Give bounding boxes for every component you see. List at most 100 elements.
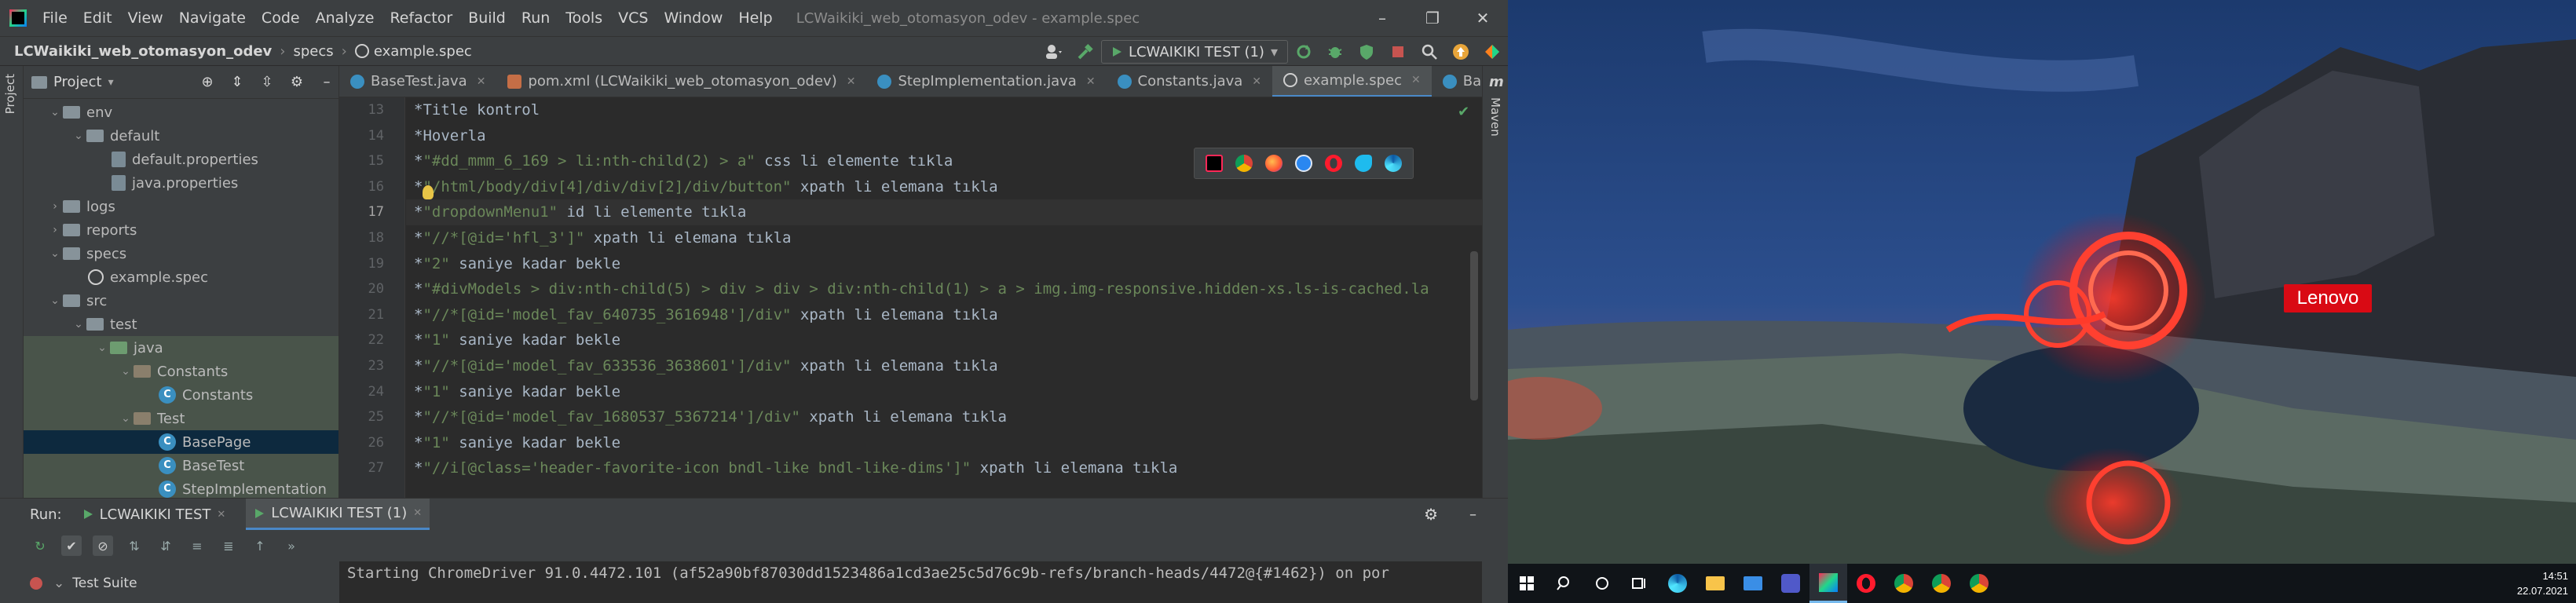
project-tool-button[interactable]: Project: [3, 74, 17, 114]
close-button[interactable]: ✕: [1458, 0, 1508, 36]
gear-icon[interactable]: ⚙: [1424, 505, 1438, 524]
code-line[interactable]: *"1" saniye kadar bekle: [406, 430, 1482, 456]
update-arrow-icon[interactable]: [1445, 43, 1476, 60]
user-icon[interactable]: [1038, 44, 1070, 60]
tab-constants[interactable]: Constants.java ✕: [1107, 66, 1272, 97]
sort-duration-icon[interactable]: ⇵: [156, 535, 176, 556]
tree-item-default[interactable]: ⌄ default: [24, 124, 338, 148]
code-line[interactable]: *"1" saniye kadar bekle: [406, 379, 1482, 405]
breadcrumb-file[interactable]: example.spec: [374, 43, 472, 60]
maximize-button[interactable]: ❐: [1407, 0, 1458, 36]
menu-code[interactable]: Code: [254, 9, 308, 27]
close-tab-icon[interactable]: ✕: [477, 75, 486, 88]
menu-navigate[interactable]: Navigate: [171, 9, 254, 27]
jetbrains-logo-icon[interactable]: [1476, 43, 1508, 60]
chevron-down-icon[interactable]: ⌄: [53, 576, 64, 591]
edge-icon[interactable]: [1659, 564, 1696, 603]
close-tab-icon[interactable]: ✕: [1411, 74, 1421, 86]
minimize-button[interactable]: –: [1357, 0, 1407, 36]
breadcrumb-project[interactable]: LCWaikiki_web_otomasyon_odev: [14, 43, 272, 60]
intellij-idea-icon[interactable]: [1809, 564, 1847, 603]
rerun-icon[interactable]: ↻: [30, 535, 50, 556]
console-output[interactable]: Starting ChromeDriver 91.0.4472.101 (af5…: [339, 561, 1482, 603]
chrome-icon[interactable]: [1960, 564, 1998, 603]
menu-vcs[interactable]: VCS: [610, 9, 656, 27]
no-problems-check-icon[interactable]: ✔: [1458, 104, 1469, 120]
collapse-all-icon[interactable]: ⇳: [255, 74, 279, 90]
search-icon[interactable]: [1414, 43, 1445, 60]
code-line[interactable]: *"#divModels > div:nth-child(5) > div > …: [406, 276, 1482, 302]
tab-pom[interactable]: pom.xml (LCWaikiki_web_otomasyon_odev) ✕: [496, 66, 866, 97]
editor-scrollbar[interactable]: [1470, 251, 1478, 400]
menu-file[interactable]: File: [35, 9, 75, 27]
gear-icon[interactable]: ⚙: [285, 74, 309, 90]
menu-run[interactable]: Run: [514, 9, 558, 27]
hide-panel-icon[interactable]: –: [315, 74, 338, 90]
menu-build[interactable]: Build: [460, 9, 514, 27]
code-line[interactable]: *"1" saniye kadar bekle: [406, 327, 1482, 353]
expand-all-icon[interactable]: ≡: [187, 535, 207, 556]
code-line-current[interactable]: *"dropdownMenu1" id li elemente tıkla: [406, 199, 1482, 225]
safari-icon[interactable]: [1295, 155, 1312, 172]
breadcrumb-specs[interactable]: specs: [293, 43, 333, 60]
internet-explorer-icon[interactable]: [1355, 155, 1372, 172]
build-hammer-icon[interactable]: [1070, 43, 1101, 60]
chevron-down-icon[interactable]: ▾: [108, 76, 114, 89]
opera-icon[interactable]: [1325, 155, 1342, 172]
menu-tools[interactable]: Tools: [558, 9, 610, 27]
tree-item-example-spec[interactable]: example.spec: [24, 265, 338, 289]
rerun-icon[interactable]: [1288, 43, 1319, 60]
test-suite-row[interactable]: ⌄ Test Suite: [30, 563, 336, 603]
menu-edit[interactable]: Edit: [75, 9, 120, 27]
sort-icon[interactable]: ⇅: [124, 535, 145, 556]
code-line[interactable]: *"//*[@id='hfl_3']" xpath li elemana tık…: [406, 225, 1482, 251]
chevron-down-icon[interactable]: ⌄: [71, 318, 86, 331]
chevron-down-icon[interactable]: ⌄: [118, 365, 134, 378]
menu-view[interactable]: View: [120, 9, 171, 27]
maven-m-icon[interactable]: m: [1489, 74, 1504, 90]
menu-analyze[interactable]: Analyze: [308, 9, 382, 27]
tree-item-basetest[interactable]: C BaseTest: [24, 454, 338, 477]
chevron-down-icon[interactable]: ⌄: [71, 130, 86, 142]
system-clock[interactable]: 14:51 22.07.2021: [2517, 568, 2568, 598]
chevron-down-icon[interactable]: ⌄: [118, 412, 134, 425]
task-view-icon[interactable]: [1621, 564, 1659, 603]
tree-item-logs[interactable]: › logs: [24, 195, 338, 218]
show-ignored-icon[interactable]: ⊘: [93, 535, 113, 556]
stop-icon[interactable]: [1382, 44, 1414, 60]
tree-item-test[interactable]: ⌄ test: [24, 312, 338, 336]
intellij-browser-icon[interactable]: [1206, 155, 1223, 172]
locate-target-icon[interactable]: ⊕: [196, 74, 219, 90]
chevron-down-icon[interactable]: ⌄: [47, 247, 63, 260]
previous-failed-icon[interactable]: ↑: [250, 535, 270, 556]
tree-item-basepage[interactable]: C BasePage: [24, 430, 338, 454]
menu-help[interactable]: Help: [730, 9, 780, 27]
code-line[interactable]: *"//*[@id='model_fav_640735_3616948']/di…: [406, 302, 1482, 328]
close-tab-icon[interactable]: ✕: [1086, 75, 1096, 88]
tree-item-stepimplementation[interactable]: C StepImplementation: [24, 477, 338, 498]
chrome-icon[interactable]: [1885, 564, 1923, 603]
tab-basetest[interactable]: BaseTest.java ✕: [339, 66, 496, 97]
lightbulb-icon[interactable]: [423, 185, 434, 199]
tree-item-specs[interactable]: ⌄ specs: [24, 242, 338, 265]
tree-item-default-properties[interactable]: default.properties: [24, 148, 338, 171]
close-tab-icon[interactable]: ✕: [413, 507, 422, 519]
tree-item-java-properties[interactable]: java.properties: [24, 171, 338, 195]
search-icon[interactable]: [1546, 564, 1583, 603]
expand-all-icon[interactable]: ⇕: [225, 74, 249, 90]
code-line[interactable]: *Hoverla: [406, 123, 1482, 149]
run-configuration-select[interactable]: LCWAIKIKI TEST (1) ▾: [1100, 40, 1288, 64]
more-icon[interactable]: »: [281, 535, 302, 556]
close-tab-icon[interactable]: ✕: [1252, 75, 1261, 88]
code-line[interactable]: *Title kontrol: [406, 97, 1482, 123]
firefox-icon[interactable]: [1265, 155, 1283, 172]
tree-item-src[interactable]: ⌄ src: [24, 289, 338, 312]
windows-start-icon[interactable]: [1508, 564, 1546, 603]
tree-item-env[interactable]: ⌄ env: [24, 100, 338, 124]
chrome-icon[interactable]: [1923, 564, 1960, 603]
collapse-all-icon[interactable]: ≣: [218, 535, 239, 556]
tree-item-constants-class[interactable]: C Constants: [24, 383, 338, 407]
chevron-down-icon[interactable]: ⌄: [47, 294, 63, 307]
chevron-right-icon[interactable]: ›: [47, 224, 63, 236]
run-tab-lcwaikiki-test[interactable]: LCWAIKIKI TEST ✕: [75, 499, 234, 530]
